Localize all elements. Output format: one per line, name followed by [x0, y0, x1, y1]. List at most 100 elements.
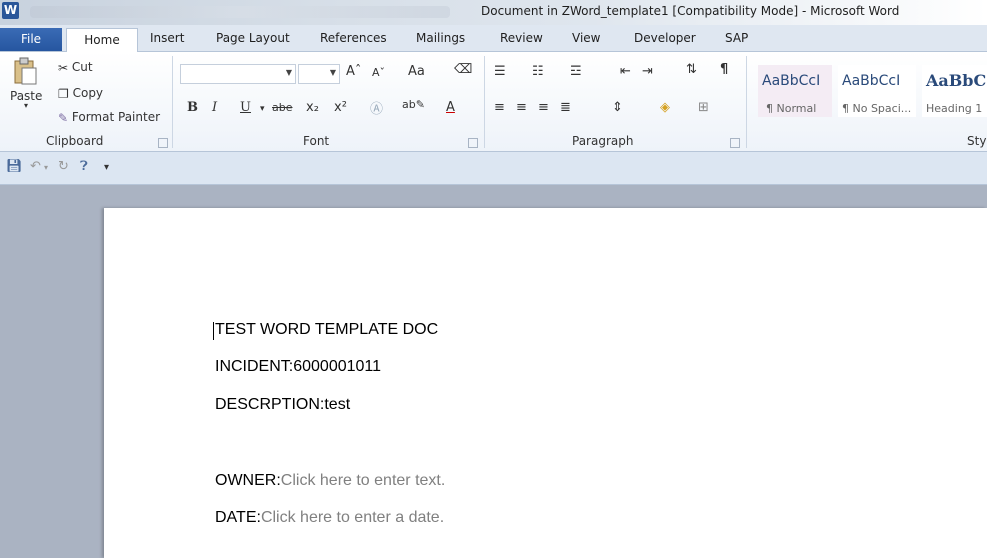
sort-icon[interactable]: ⇅ — [686, 62, 697, 77]
style-name: Heading 1 — [926, 102, 983, 115]
style-normal[interactable]: AaBbCcI ¶ Normal — [758, 65, 832, 117]
doc-description-line[interactable]: DESCRPTION:test — [215, 396, 350, 414]
align-left-icon[interactable]: ≡ — [494, 100, 505, 115]
underline-button[interactable]: U — [240, 100, 251, 115]
ribbon: Paste ▾ ✂ Cut ❐ Copy ✎ Format Painter Cl… — [0, 52, 987, 152]
italic-button[interactable]: I — [212, 100, 217, 115]
customize-qat-icon[interactable]: ▾ — [104, 162, 109, 173]
document-page[interactable]: TEST WORD TEMPLATE DOC INCIDENT:60000010… — [104, 208, 987, 558]
paragraph-group-label: Paragraph — [572, 134, 634, 148]
undo-icon[interactable]: ↶ — [30, 159, 41, 174]
increase-indent-icon[interactable]: ⇥ — [642, 64, 653, 79]
copy-icon: ❐ — [58, 86, 69, 101]
paintbrush-icon: ✎ — [58, 110, 69, 125]
paragraph-launcher-icon[interactable] — [730, 138, 740, 148]
owner-label: OWNER: — [215, 472, 281, 489]
save-icon[interactable]: 💾︎ — [6, 159, 23, 174]
highlight-icon[interactable]: ab✎ — [402, 98, 425, 111]
cut-label: Cut — [71, 60, 93, 74]
quick-access-toolbar: 💾︎ ↶ ▾ ↻ ❓︎ ▾ — [0, 152, 987, 185]
incident-label: INCIDENT: — [215, 358, 294, 375]
line-spacing-icon[interactable]: ⇕ — [612, 100, 623, 115]
style-no-spacing[interactable]: AaBbCcI ¶ No Spaci... — [838, 65, 916, 117]
styles-group-label: Sty — [967, 134, 987, 148]
grow-font-button[interactable]: Aˆ — [346, 64, 361, 79]
font-color-button[interactable]: A — [446, 100, 455, 115]
style-heading-1[interactable]: AaBbC Heading 1 — [922, 65, 987, 117]
doc-date-line[interactable]: DATE:Click here to enter a date. — [215, 509, 444, 527]
borders-icon[interactable]: ⊞ — [698, 100, 709, 115]
ribbon-tab-row — [0, 25, 987, 52]
bold-button[interactable]: B — [187, 100, 198, 115]
title-bar: W Document in ZWord_template1 [Compatibi… — [0, 0, 987, 25]
doc-owner-line[interactable]: OWNER:Click here to enter text. — [215, 472, 445, 490]
doc-title-line[interactable]: TEST WORD TEMPLATE DOC — [215, 321, 438, 339]
superscript-button[interactable]: x² — [334, 100, 347, 115]
format-painter-label: Format Painter — [71, 110, 161, 124]
tab-home[interactable]: Home — [66, 28, 138, 53]
style-sample: AaBbC — [926, 71, 987, 90]
paste-icon — [14, 57, 37, 85]
text-effects-icon[interactable]: Ⓐ — [370, 98, 383, 117]
owner-content-control[interactable]: Click here to enter text. — [281, 472, 446, 489]
window-title: Document in ZWord_template1 [Compatibili… — [481, 4, 900, 18]
strikethrough-button[interactable]: abe — [272, 101, 293, 114]
font-group-label: Font — [303, 134, 330, 148]
style-name: ¶ No Spaci... — [842, 102, 912, 115]
align-center-icon[interactable]: ≡ — [516, 100, 527, 115]
copy-label: Copy — [72, 86, 104, 100]
clipboard-launcher-icon[interactable] — [158, 138, 168, 148]
decrease-indent-icon[interactable]: ⇤ — [620, 64, 631, 79]
scissors-icon: ✂ — [58, 60, 69, 75]
word-app-icon[interactable]: W — [2, 2, 19, 19]
paste-button[interactable]: Paste ▾ — [10, 56, 42, 110]
tab-review[interactable]: Review — [500, 31, 543, 45]
font-name-combo[interactable]: ▼ — [180, 64, 296, 84]
font-launcher-icon[interactable] — [468, 138, 478, 148]
tab-developer[interactable]: Developer — [634, 31, 696, 45]
description-label: DESCRPTION: — [215, 396, 325, 413]
bullets-icon[interactable]: ☰ — [494, 64, 506, 79]
chevron-down-icon[interactable]: ▾ — [44, 163, 48, 172]
chevron-down-icon[interactable]: ▼ — [330, 68, 336, 77]
group-separator — [484, 56, 485, 148]
tab-sap[interactable]: SAP — [725, 31, 748, 45]
text-cursor — [213, 322, 214, 340]
doc-incident-line[interactable]: INCIDENT:6000001011 — [215, 358, 381, 376]
clipboard-group-label: Clipboard — [46, 134, 104, 148]
title-bar-background — [30, 6, 450, 18]
group-separator — [746, 56, 747, 148]
justify-icon[interactable]: ≣ — [560, 100, 571, 115]
change-case-button[interactable]: Aa — [408, 64, 425, 79]
clear-formatting-icon[interactable]: ⌫ — [454, 62, 472, 77]
date-picker-control[interactable]: Click here to enter a date. — [261, 509, 444, 526]
redo-icon[interactable]: ↻ — [58, 159, 69, 174]
align-right-icon[interactable]: ≡ — [538, 100, 549, 115]
tab-mailings[interactable]: Mailings — [416, 31, 465, 45]
font-size-combo[interactable]: ▼ — [298, 64, 340, 84]
tab-page-layout[interactable]: Page Layout — [216, 31, 290, 45]
tab-file[interactable]: File — [0, 28, 62, 51]
shrink-font-button[interactable]: Aˇ — [372, 66, 385, 79]
tab-insert[interactable]: Insert — [150, 31, 184, 45]
format-painter-button[interactable]: ✎ Format Painter — [58, 110, 160, 125]
date-label: DATE: — [215, 509, 261, 526]
chevron-down-icon[interactable]: ▾ — [260, 104, 265, 114]
copy-button[interactable]: ❐ Copy — [58, 86, 103, 101]
subscript-button[interactable]: x₂ — [306, 100, 319, 115]
shading-icon[interactable]: ◈ — [660, 100, 670, 115]
style-sample: AaBbCcI — [842, 73, 901, 89]
multilevel-list-icon[interactable]: ☲ — [570, 64, 582, 79]
show-formatting-button[interactable]: ¶ — [720, 62, 728, 77]
incident-value[interactable]: 6000001011 — [293, 358, 381, 375]
style-sample: AaBbCcI — [762, 73, 821, 89]
group-separator — [172, 56, 173, 148]
numbering-icon[interactable]: ☷ — [532, 64, 544, 79]
style-name: ¶ Normal — [766, 102, 817, 115]
help-icon[interactable]: ❓︎ — [80, 159, 88, 174]
chevron-down-icon[interactable]: ▼ — [286, 68, 292, 77]
description-value[interactable]: test — [324, 396, 350, 413]
cut-button[interactable]: ✂ Cut — [58, 60, 93, 75]
tab-references[interactable]: References — [320, 31, 387, 45]
tab-view[interactable]: View — [572, 31, 600, 45]
